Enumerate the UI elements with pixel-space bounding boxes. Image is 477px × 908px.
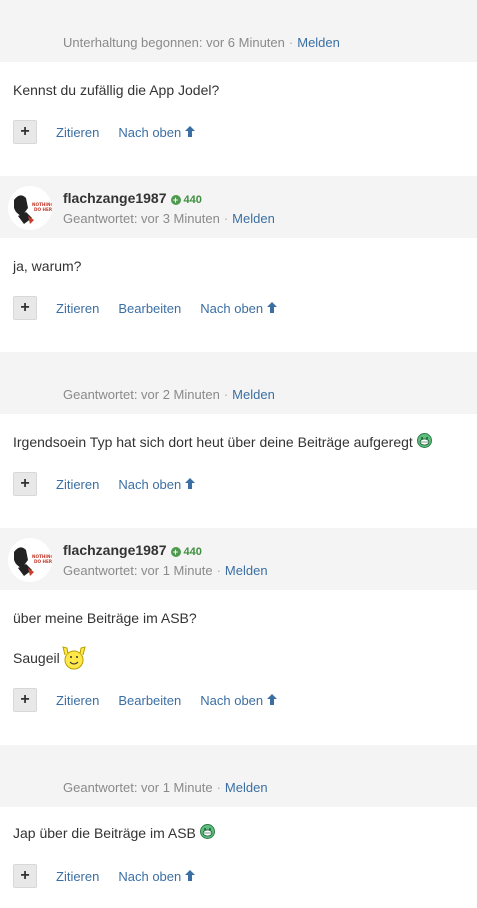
arrow-up-icon	[267, 301, 278, 316]
plus-button[interactable]: +	[13, 472, 37, 496]
author-name[interactable]: flachzange1987	[63, 542, 167, 558]
back-to-top-link[interactable]: Nach oben	[118, 869, 196, 884]
edit-link[interactable]: Bearbeiten	[118, 693, 181, 708]
post-time: Geantwortet: vor 1 Minute	[63, 780, 213, 795]
plus-button[interactable]: +	[13, 864, 37, 888]
meta-separator: ·	[288, 35, 294, 50]
post-time: Geantwortet: vor 1 Minute	[63, 563, 213, 578]
report-link[interactable]: Melden	[225, 563, 268, 578]
author-line: flachzange1987 +440	[63, 190, 202, 206]
post-actions: + Zitieren Nach oben	[13, 120, 196, 144]
report-link[interactable]: Melden	[232, 387, 275, 402]
post-text: über meine Beiträge im ASB?	[13, 610, 197, 626]
plus-button[interactable]: +	[13, 120, 37, 144]
post-meta: Unterhaltung begonnen: vor 6 Minuten · Mel…	[63, 35, 340, 50]
meta-separator: ·	[223, 211, 229, 226]
author-line: flachzange1987 +440	[63, 542, 202, 558]
post-meta: Geantwortet: vor 3 Minuten · Melden	[63, 211, 275, 226]
svg-text:DO HERE: DO HERE	[34, 559, 52, 564]
grin-smiley-icon	[416, 433, 432, 453]
meta-separator: ·	[216, 563, 221, 578]
reputation-badge: +440	[170, 546, 202, 558]
arrow-up-icon	[185, 869, 196, 884]
post-text: Kennst du zufällig die App Jodel?	[13, 82, 220, 98]
back-to-top-link[interactable]: Nach oben	[200, 301, 278, 316]
post-time: Geantwortet: vor 2 Minuten	[63, 387, 220, 402]
post-meta: Geantwortet: vor 2 Minuten · Melden	[63, 387, 275, 402]
arrow-up-icon	[267, 693, 278, 708]
post-body: ja, warum?	[0, 256, 94, 276]
post-header: Geantwortet: vor 2 Minuten · Melden	[0, 352, 477, 414]
post-meta: Geantwortet: vor 1 Minute · Melden	[63, 563, 268, 578]
post-actions: + Zitieren Bearbeiten Nach oben	[13, 688, 278, 712]
avatar[interactable]: NOTHING TO DO HERE	[8, 538, 52, 582]
post-header: Unterhaltung begonnen: vor 6 Minuten · Mel…	[0, 0, 477, 62]
plus-circle-icon: +	[170, 195, 181, 205]
back-to-top-link[interactable]: Nach oben	[118, 477, 196, 492]
quote-link[interactable]: Zitieren	[56, 477, 99, 492]
meta-separator: ·	[216, 780, 221, 795]
post-text: Saugeil	[13, 645, 197, 676]
quote-link[interactable]: Zitieren	[56, 693, 99, 708]
arrow-up-icon	[185, 477, 196, 492]
post-body: Jap über die Beiträge im ASB	[0, 823, 228, 844]
post: Geantwortet: vor 1 Minute · Melden Jap übe…	[0, 745, 477, 888]
post: NOTHING TO DO HERE flachzange1987+440 Ge…	[0, 528, 477, 712]
post-header: NOTHING TO DO HERE flachzange1987+440 Ge…	[0, 176, 477, 238]
grin-smiley-icon	[199, 824, 215, 844]
report-link[interactable]: Melden	[297, 35, 340, 50]
plus-button[interactable]: +	[13, 688, 37, 712]
quote-link[interactable]: Zitieren	[56, 301, 99, 316]
post-text: Irgendsoein Typ hat sich dort heut über …	[13, 432, 432, 453]
svg-text:DO HERE: DO HERE	[34, 207, 52, 212]
post-text: ja, warum?	[13, 258, 82, 274]
post-actions: + Zitieren Nach oben	[13, 472, 196, 496]
post: NOTHING TO DO HERE flachzange1987+440 Ge…	[0, 176, 477, 320]
edit-link[interactable]: Bearbeiten	[118, 301, 181, 316]
post-meta: Geantwortet: vor 1 Minute · Melden	[63, 780, 268, 795]
quote-link[interactable]: Zitieren	[56, 125, 99, 140]
arrow-up-icon	[185, 125, 196, 140]
quote-link[interactable]: Zitieren	[56, 869, 99, 884]
report-link[interactable]: Melden	[225, 780, 268, 795]
post: Unterhaltung begonnen: vor 6 Minuten · Mel…	[0, 0, 477, 144]
avatar[interactable]: NOTHING TO DO HERE	[8, 186, 52, 230]
author-name[interactable]: flachzange1987	[63, 190, 167, 206]
post-time: Geantwortet: vor 3 Minuten	[63, 211, 220, 226]
post-time: Unterhaltung begonnen: vor 6 Minuten	[63, 35, 285, 50]
plus-button[interactable]: +	[13, 296, 37, 320]
plus-circle-icon: +	[170, 547, 181, 557]
back-to-top-link[interactable]: Nach oben	[200, 693, 278, 708]
post-body: Irgendsoein Typ hat sich dort heut über …	[0, 432, 445, 453]
post-actions: + Zitieren Bearbeiten Nach oben	[13, 296, 278, 320]
post-header: NOTHING TO DO HERE flachzange1987+440 Ge…	[0, 528, 477, 590]
reputation-badge: +440	[170, 194, 202, 206]
post: Geantwortet: vor 2 Minuten · Melden Irgend…	[0, 352, 477, 496]
post-body: über meine Beiträge im ASB? Saugeil	[0, 608, 210, 676]
post-header: Geantwortet: vor 1 Minute · Melden	[0, 745, 477, 807]
cheering-smiley-icon	[61, 645, 87, 676]
post-actions: + Zitieren Nach oben	[13, 864, 196, 888]
meta-separator: ·	[223, 387, 229, 402]
back-to-top-link[interactable]: Nach oben	[118, 125, 196, 140]
post-body: Kennst du zufällig die App Jodel?	[0, 80, 232, 100]
report-link[interactable]: Melden	[232, 211, 275, 226]
post-text: Jap über die Beiträge im ASB	[13, 823, 215, 844]
